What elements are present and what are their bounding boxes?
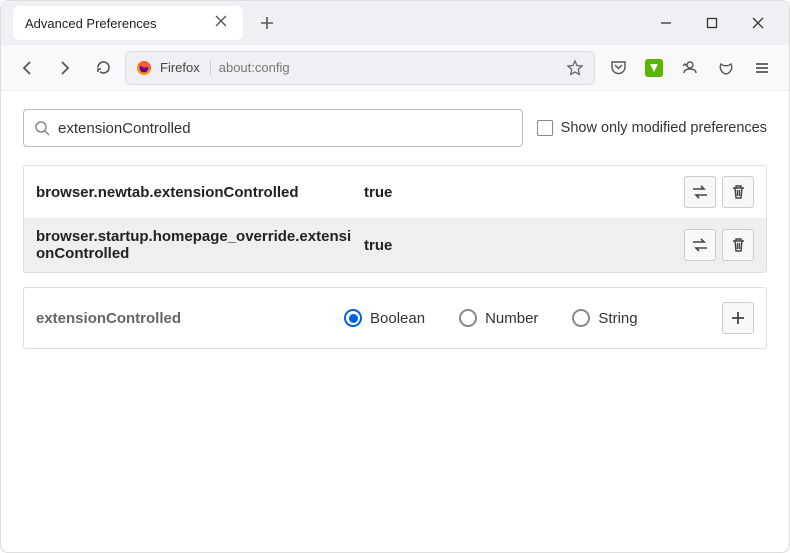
new-pref-name: extensionControlled: [36, 310, 336, 327]
pref-row[interactable]: browser.startup.homepage_override.extens…: [24, 218, 766, 272]
url-bar[interactable]: Firefox about:config: [125, 51, 595, 85]
minimize-button[interactable]: [643, 1, 689, 45]
window-controls: [643, 1, 781, 45]
extension-icon[interactable]: [637, 51, 671, 85]
close-icon[interactable]: [215, 15, 231, 31]
close-window-button[interactable]: [735, 1, 781, 45]
radio-icon: [459, 309, 477, 327]
radio-label: String: [598, 310, 637, 327]
search-preferences-input-wrap: [23, 109, 523, 147]
pref-name: browser.startup.homepage_override.extens…: [36, 228, 356, 262]
toggle-button[interactable]: [684, 176, 716, 208]
titlebar: Advanced Preferences: [1, 1, 789, 45]
radio-icon: [344, 309, 362, 327]
browser-tab[interactable]: Advanced Preferences: [13, 6, 243, 40]
tab-title: Advanced Preferences: [25, 16, 215, 31]
maximize-button[interactable]: [689, 1, 735, 45]
search-row: Show only modified preferences: [23, 109, 767, 147]
type-radio-boolean[interactable]: Boolean: [344, 309, 425, 327]
search-icon: [34, 120, 50, 136]
delete-button[interactable]: [722, 229, 754, 261]
type-options: Boolean Number String: [344, 309, 714, 327]
about-config-content: Show only modified preferences browser.n…: [1, 91, 789, 367]
delete-button[interactable]: [722, 176, 754, 208]
account-icon[interactable]: [673, 51, 707, 85]
radio-label: Boolean: [370, 310, 425, 327]
search-input[interactable]: [58, 120, 512, 137]
radio-label: Number: [485, 310, 538, 327]
url-text: about:config: [219, 60, 558, 75]
checkbox-icon: [537, 120, 553, 136]
toolbar-actions: [601, 51, 779, 85]
forward-button[interactable]: [49, 52, 81, 84]
type-radio-string[interactable]: String: [572, 309, 637, 327]
show-modified-checkbox[interactable]: Show only modified preferences: [537, 120, 767, 136]
type-radio-number[interactable]: Number: [459, 309, 538, 327]
preferences-list: browser.newtab.extensionControlledtruebr…: [23, 165, 767, 273]
pref-name: browser.newtab.extensionControlled: [36, 184, 356, 201]
show-modified-label: Show only modified preferences: [561, 120, 767, 136]
toolbar: Firefox about:config: [1, 45, 789, 91]
new-preference-row: extensionControlled Boolean Number String: [23, 287, 767, 349]
pref-value: true: [364, 184, 676, 201]
back-button[interactable]: [11, 52, 43, 84]
add-button[interactable]: [722, 302, 754, 334]
identity-label: Firefox: [160, 60, 211, 75]
bookmark-star-icon[interactable]: [566, 59, 584, 77]
reload-button[interactable]: [87, 52, 119, 84]
toggle-button[interactable]: [684, 229, 716, 261]
shield-icon[interactable]: [709, 51, 743, 85]
radio-icon: [572, 309, 590, 327]
pref-row[interactable]: browser.newtab.extensionControlled true: [24, 166, 766, 218]
pref-value: true: [364, 237, 676, 254]
new-tab-button[interactable]: [253, 9, 281, 37]
pocket-icon[interactable]: [601, 51, 635, 85]
firefox-icon: [136, 60, 152, 76]
menu-button[interactable]: [745, 51, 779, 85]
row-actions: [684, 229, 754, 261]
row-actions: [684, 176, 754, 208]
